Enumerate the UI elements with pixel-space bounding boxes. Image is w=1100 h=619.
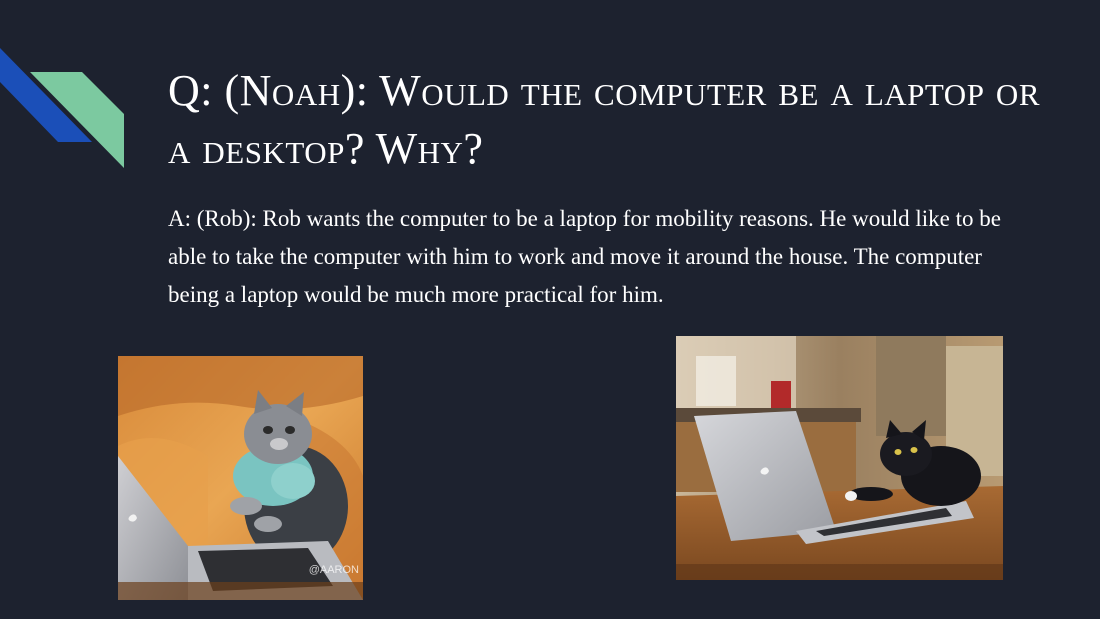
slide-title: Q: (Noah): Would the computer be a lapto… (168, 66, 1040, 173)
image-watermark: @AARON (308, 564, 359, 576)
corner-accent-decoration (0, 48, 124, 168)
cat-laptop-image-right (676, 336, 1003, 580)
slide-body-text: A: (Rob): Rob wants the computer to be a… (168, 206, 1001, 307)
black-cat-typing-illustration (676, 336, 1003, 580)
cat-laptop-image-left: @AARON (118, 356, 363, 600)
